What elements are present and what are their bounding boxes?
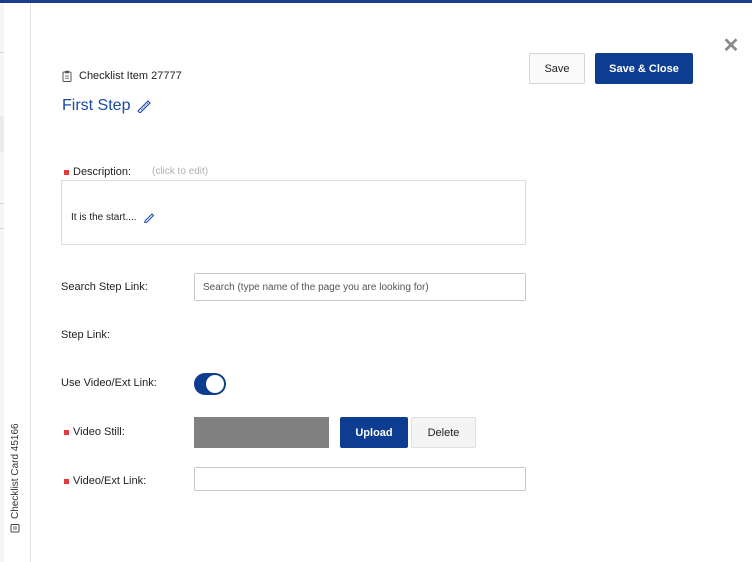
search-step-link-input[interactable]: [194, 273, 526, 301]
rail-strip: [0, 3, 4, 562]
toggle-knob: [206, 375, 224, 393]
description-label: Description:: [64, 166, 131, 178]
rail-card-label[interactable]: Checklist Card 45166: [8, 403, 22, 533]
page-title: First Step: [62, 97, 131, 114]
checklist-item-header: Checklist Item 27777: [62, 70, 182, 82]
description-text: It is the start....: [71, 211, 137, 223]
video-ext-link-label: Video/Ext Link:: [64, 475, 146, 487]
rail-notch: [0, 116, 4, 152]
required-marker: [64, 169, 69, 175]
delete-button[interactable]: Delete: [411, 417, 476, 448]
step-link-label: Step Link:: [61, 329, 110, 341]
upload-button[interactable]: Upload: [340, 417, 408, 448]
description-value[interactable]: It is the start....: [71, 211, 155, 223]
top-accent-bar: [0, 0, 752, 3]
video-still-label: Video Still:: [64, 426, 125, 438]
rail-card-text: Checklist Card 45166: [9, 423, 21, 519]
click-to-edit-hint[interactable]: (click to edit): [152, 166, 208, 177]
card-icon: [10, 524, 20, 533]
use-video-label: Use Video/Ext Link:: [61, 377, 157, 389]
close-icon[interactable]: ✕: [722, 36, 740, 56]
title-row: First Step: [62, 97, 152, 115]
video-ext-link-input[interactable]: [194, 467, 526, 491]
required-marker: [64, 478, 69, 484]
pencil-icon[interactable]: [143, 211, 155, 223]
save-and-close-button[interactable]: Save & Close: [595, 53, 693, 84]
save-button[interactable]: Save: [529, 53, 585, 84]
clipboard-icon: [62, 70, 72, 82]
search-step-link-label: Search Step Link:: [61, 281, 148, 293]
required-marker: [64, 429, 69, 435]
video-still-preview: [194, 417, 329, 448]
checklist-item-label: Checklist Item 27777: [79, 70, 182, 82]
rail-divider: [0, 52, 4, 53]
rail-divider: [0, 203, 4, 204]
use-video-toggle[interactable]: [194, 373, 226, 395]
pencil-icon[interactable]: [136, 99, 152, 113]
rail-divider: [0, 228, 4, 229]
